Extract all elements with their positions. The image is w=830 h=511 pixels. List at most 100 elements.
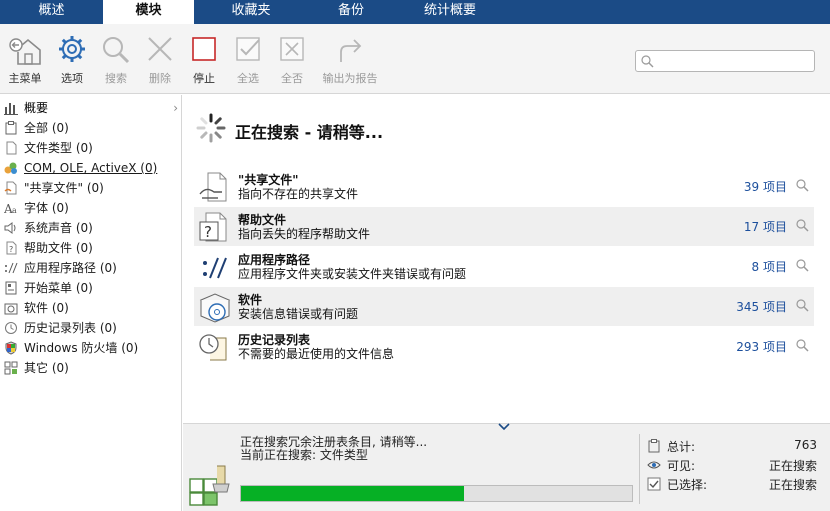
- tab-modules[interactable]: 模块: [103, 0, 194, 25]
- result-row[interactable]: ? 帮助文件 指向丢失的程序帮助文件 17 项目: [194, 207, 814, 246]
- sidebar-item-label: "共享文件" (0): [24, 181, 104, 195]
- result-row[interactable]: 历史记录列表 不需要的最近使用的文件信息 293 项目: [194, 327, 814, 366]
- chevron-right-icon: ›: [173, 101, 178, 115]
- row-description: 应用程序文件夹或安装文件夹错误或有问题: [238, 267, 467, 281]
- status-title: 正在搜索 - 请稍等...: [235, 123, 384, 142]
- start-menu-icon: [5, 281, 17, 295]
- toolbar: 主菜单 选项 搜索 删除 停止 全选 全否 输出为报告: [0, 24, 830, 94]
- sidebar-item-help-files[interactable]: ? 帮助文件 (0): [4, 238, 178, 258]
- tab-overview[interactable]: 概述: [0, 0, 103, 24]
- row-count-link[interactable]: 17 项目: [744, 218, 787, 235]
- firewall-shield-icon: [5, 341, 17, 355]
- search-box[interactable]: [635, 50, 815, 72]
- options-label: 选项: [61, 72, 83, 85]
- other-icon: [4, 361, 18, 375]
- help-file-icon: ?: [6, 241, 17, 255]
- main-menu-label: 主菜单: [8, 72, 42, 85]
- row-description: 指向不存在的共享文件: [238, 187, 359, 201]
- stat-value: 正在搜索: [768, 459, 817, 473]
- gear-icon: [59, 36, 85, 62]
- software-icon: [4, 303, 18, 315]
- history-icon: [5, 322, 17, 334]
- sidebar-item-fonts[interactable]: Aa 字体 (0): [4, 198, 178, 218]
- stat-visible: 可见: 正在搜索: [647, 456, 817, 474]
- main-menu-button[interactable]: 主菜单: [0, 32, 50, 90]
- sidebar-item-label: 应用程序路径 (0): [24, 261, 117, 275]
- export-report-label: 输出为报告: [322, 72, 378, 85]
- sidebar-item-label: COM, OLE, ActiveX (0): [24, 161, 158, 175]
- sidebar-item-shared-files[interactable]: "共享文件" (0): [4, 178, 178, 198]
- sidebar-item-firewall[interactable]: Windows 防火墙 (0): [4, 338, 178, 358]
- sidebar-item-label: 字体 (0): [24, 201, 69, 215]
- sidebar-item-other[interactable]: 其它 (0): [4, 358, 178, 378]
- stat-total: 总计: 763: [647, 437, 817, 455]
- file-types-icon: [6, 141, 17, 155]
- clipboard-icon: [5, 121, 17, 135]
- search-icon[interactable]: [795, 298, 809, 312]
- sidebar-item-app-paths[interactable]: 应用程序路径 (0): [4, 258, 178, 278]
- stop-square-icon: [192, 37, 216, 61]
- search-label: 搜索: [105, 72, 127, 85]
- result-row[interactable]: "共享文件" 指向不存在的共享文件 39 项目: [194, 167, 814, 206]
- sidebar-item-history[interactable]: 历史记录列表 (0): [4, 318, 178, 338]
- chevron-down-icon[interactable]: [498, 422, 510, 432]
- eye-icon: [647, 461, 661, 469]
- sidebar-item-file-types[interactable]: 文件类型 (0): [4, 138, 178, 158]
- row-count-link[interactable]: 293 项目: [736, 338, 787, 355]
- search-input[interactable]: [656, 52, 810, 70]
- delete-button[interactable]: 删除: [135, 32, 185, 90]
- select-all-button[interactable]: 全选: [223, 32, 273, 90]
- search-icon[interactable]: [795, 258, 809, 272]
- checkbox-icon: [647, 477, 661, 491]
- svg-text:?: ?: [9, 245, 13, 254]
- svg-text:a: a: [12, 206, 17, 215]
- stat-label: 已选择:: [667, 478, 708, 492]
- select-all-label: 全选: [237, 72, 259, 85]
- search-icon[interactable]: [795, 178, 809, 192]
- sidebar-item-start-menu[interactable]: 开始菜单 (0): [4, 278, 178, 298]
- sidebar-item-overview[interactable]: 概要 ›: [4, 98, 178, 118]
- sidebar-item-com[interactable]: COM, OLE, ActiveX (0): [4, 158, 178, 178]
- sidebar-item-system-sounds[interactable]: 系统声音 (0): [4, 218, 178, 238]
- row-count-link[interactable]: 39 项目: [744, 178, 787, 195]
- sidebar-item-all[interactable]: 全部 (0): [4, 118, 178, 138]
- sidebar-item-label: 全部 (0): [24, 121, 69, 135]
- sidebar-item-label: 概要: [24, 101, 49, 115]
- stop-label: 停止: [193, 72, 215, 85]
- row-count-link[interactable]: 8 项目: [752, 258, 787, 275]
- tab-statistics[interactable]: 统计概要: [394, 0, 506, 24]
- delete-x-icon: [148, 37, 172, 61]
- search-icon[interactable]: [795, 338, 809, 352]
- tab-favorites[interactable]: 收藏夹: [194, 0, 308, 24]
- export-report-button[interactable]: 输出为报告: [318, 32, 382, 90]
- registry-cleaner-logo-icon: [189, 465, 230, 506]
- stat-label: 总计:: [667, 440, 696, 454]
- com-cubes-icon: [4, 162, 17, 174]
- result-row[interactable]: 应用程序路径 应用程序文件夹或安装文件夹错误或有问题 8 项目: [194, 247, 814, 286]
- speaker-icon: [4, 222, 16, 234]
- stat-value: 正在搜索: [768, 478, 817, 492]
- tab-backup[interactable]: 备份: [308, 0, 394, 24]
- current-search-text: 当前正在搜索: 文件类型: [240, 448, 368, 462]
- loading-spinner-icon: [196, 113, 226, 143]
- sidebar-item-software[interactable]: 软件 (0): [4, 298, 178, 318]
- search-button[interactable]: 搜索: [91, 32, 141, 90]
- sidebar-item-label: Windows 防火墙 (0): [24, 341, 139, 355]
- sidebar-item-label: 历史记录列表 (0): [24, 321, 117, 335]
- search-icon[interactable]: [795, 218, 809, 232]
- options-button[interactable]: 选项: [47, 32, 97, 90]
- software-icon: [199, 293, 231, 323]
- sidebar-item-label: 帮助文件 (0): [24, 241, 93, 255]
- check-all-icon: [236, 37, 260, 61]
- magnifier-icon: [103, 37, 130, 64]
- bar-chart-icon: [4, 103, 18, 115]
- app-path-icon: [5, 262, 18, 274]
- row-count-link[interactable]: 345 项目: [736, 298, 787, 315]
- sidebar-item-label: 其它 (0): [24, 361, 69, 375]
- stop-button[interactable]: 停止: [179, 32, 229, 90]
- shared-file-icon: [199, 172, 227, 202]
- shared-file-icon: [4, 181, 17, 195]
- result-row[interactable]: 软件 安装信息错误或有问题 345 项目: [194, 287, 814, 326]
- select-none-button[interactable]: 全否: [267, 32, 317, 90]
- svg-text:?: ?: [204, 223, 212, 241]
